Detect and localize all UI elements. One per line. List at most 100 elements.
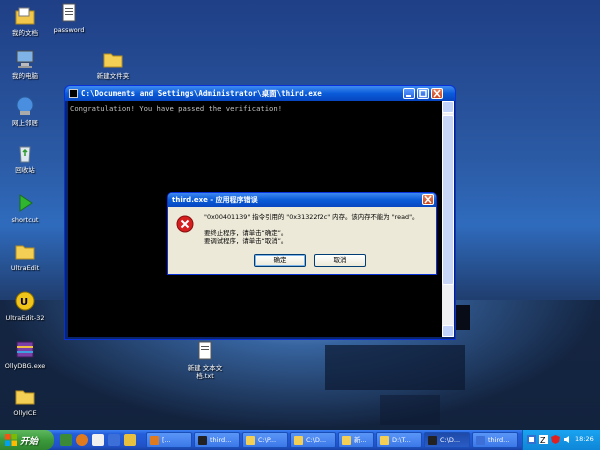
task-label: third... (210, 436, 232, 444)
maximize-icon (419, 89, 427, 98)
quicklaunch-app-icon[interactable] (60, 434, 72, 446)
taskbar: 开始 [... third... C:\P... C:\D... 新... D:… (0, 430, 600, 450)
desktop-icon-label: password (53, 26, 85, 34)
close-icon (424, 195, 432, 204)
folder-icon (246, 436, 255, 445)
desktop-icon-ultraedit[interactable]: UltraEdit (0, 240, 50, 272)
desktop-icon-label: UltraEdit (10, 264, 40, 272)
clock[interactable]: 18:26 (575, 435, 594, 443)
desktop-icon-label: 网上邻居 (12, 119, 38, 127)
console-titlebar[interactable]: C:\Documents and Settings\Administrator\… (65, 86, 455, 101)
task-label: [... (162, 436, 171, 444)
input-method-icon[interactable]: Z (539, 435, 548, 444)
desktop-icon-label: OllyDBG.exe (4, 362, 46, 370)
console-icon (428, 436, 437, 445)
ultraedit-icon: U (15, 291, 35, 311)
task-button[interactable]: third... (472, 432, 518, 448)
wallpaper-reflection (325, 345, 465, 390)
documents-folder-icon (15, 7, 35, 25)
desktop-icon-new-folder[interactable]: 新建文件夹 (88, 48, 138, 80)
task-button[interactable]: [... (146, 432, 192, 448)
desktop-icon-my-computer[interactable]: 我的电脑 (0, 48, 50, 80)
windows-flag-icon (5, 434, 17, 446)
desktop-icon-label: 回收站 (15, 166, 35, 174)
close-button[interactable] (431, 88, 443, 99)
scroll-thumb[interactable] (442, 115, 454, 285)
desktop-icon-password[interactable]: password (44, 2, 94, 34)
error-icon (176, 215, 194, 233)
quicklaunch-browser-icon[interactable] (76, 434, 88, 446)
folder-icon (342, 436, 351, 445)
instruction-debug: 要调试程序，请单击“取消”。 (204, 237, 288, 245)
start-label: 开始 (20, 437, 39, 447)
console-app-icon (69, 89, 78, 98)
desktop-icon-shortcut[interactable]: shortcut (0, 192, 50, 224)
svg-text:U: U (20, 297, 28, 308)
browser-icon (150, 436, 159, 445)
cancel-button[interactable]: 取消 (314, 254, 366, 267)
desktop-icon-label: 新建文件夹 (96, 72, 130, 80)
desktop-icon-ollyice[interactable]: OllyICE (0, 385, 50, 417)
task-label: third... (488, 436, 510, 444)
svg-text:Z: Z (540, 436, 546, 444)
volume-icon[interactable] (563, 435, 572, 444)
network-icon (16, 96, 34, 115)
play-arrow-icon (19, 194, 33, 212)
error-instructions: 要终止程序，请单击“确定”。 要调试程序，请单击“取消”。 (204, 229, 287, 245)
minimize-button[interactable] (403, 88, 415, 99)
archive-icon (16, 341, 34, 358)
desktop-icon-label: 我的电脑 (12, 72, 38, 80)
folder-icon (15, 245, 35, 260)
desktop-icon-text-file[interactable]: 新建 文本文档.txt (180, 340, 230, 380)
console-title: C:\Documents and Settings\Administrator\… (81, 89, 322, 98)
close-icon (433, 89, 441, 98)
desktop-icon-network[interactable]: 网上邻居 (0, 95, 50, 127)
instruction-terminate: 要终止程序，请单击“确定”。 (204, 229, 288, 237)
console-icon (198, 436, 207, 445)
start-button[interactable]: 开始 (0, 430, 54, 450)
task-button[interactable]: D:\T... (376, 432, 422, 448)
desktop-icon-ultraedit-32[interactable]: U UltraEdit-32 (0, 290, 50, 322)
shield-icon[interactable] (551, 435, 560, 444)
dialog-titlebar[interactable]: third.exe - 应用程序错误 (168, 193, 436, 207)
desktop-icon-label: shortcut (11, 216, 39, 224)
scroll-down-button[interactable] (442, 325, 454, 337)
folder-icon (15, 390, 35, 405)
desktop-icon-ollydbg[interactable]: OllyDBG.exe (0, 338, 50, 370)
desktop-icon-my-documents[interactable]: 我的文档 (0, 5, 50, 37)
window-icon (476, 436, 485, 445)
desktop-icon-recycle-bin[interactable]: 回收站 (0, 142, 50, 174)
dialog-close-button[interactable] (422, 194, 434, 205)
task-button[interactable]: 新... (338, 432, 374, 448)
quicklaunch-desktop-icon[interactable] (108, 434, 120, 446)
minimize-icon (406, 95, 411, 97)
quicklaunch-media-icon[interactable] (124, 434, 136, 446)
maximize-button[interactable] (417, 88, 429, 99)
console-scrollbar[interactable] (442, 101, 454, 337)
computer-icon (16, 50, 34, 68)
desktop-icon-label: 我的文档 (12, 29, 38, 37)
console-output-text: Congratulation! You have passed the veri… (70, 104, 283, 113)
task-button[interactable]: C:\P... (242, 432, 288, 448)
folder-icon (294, 436, 303, 445)
task-button[interactable]: C:\D... (290, 432, 336, 448)
text-file-icon (198, 341, 212, 360)
error-message: "0x00401139" 指令引用的 "0x31322f2c" 内存。该内存不能… (204, 213, 419, 221)
system-tray: Z 18:26 (522, 430, 600, 450)
ok-button[interactable]: 确定 (254, 254, 306, 267)
file-icon (62, 3, 76, 22)
task-label: D:\T... (392, 436, 411, 444)
network-tray-icon[interactable] (527, 435, 536, 444)
recycle-bin-icon (19, 146, 31, 163)
task-label: C:\D... (440, 436, 461, 444)
desktop-icon-label: UltraEdit-32 (5, 314, 45, 322)
quicklaunch-folder-icon[interactable] (92, 434, 104, 446)
scroll-up-button[interactable] (442, 101, 454, 113)
task-label: C:\P... (258, 436, 277, 444)
folder-icon (103, 53, 123, 68)
desktop-icon-label: 新建 文本文档.txt (187, 364, 223, 380)
task-button-active[interactable]: C:\D... (424, 432, 470, 448)
task-label: C:\D... (306, 436, 327, 444)
error-dialog[interactable]: third.exe - 应用程序错误 "0x00401139" 指令引用的 "0… (167, 192, 437, 275)
task-button[interactable]: third... (194, 432, 240, 448)
